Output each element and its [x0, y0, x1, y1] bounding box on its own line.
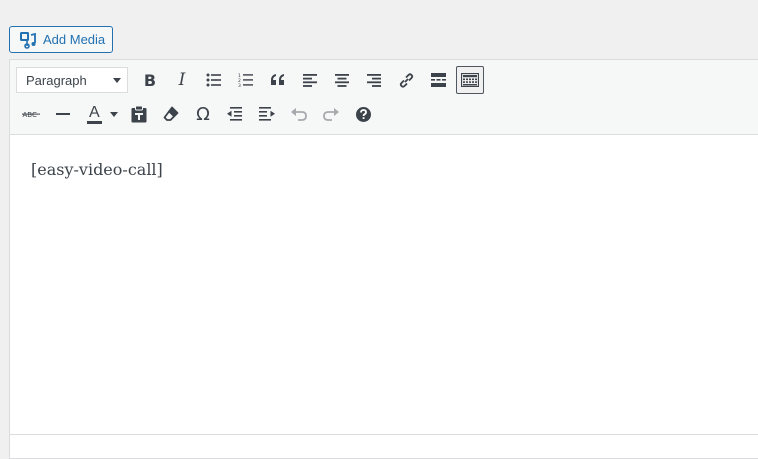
decrease-indent-button[interactable]	[221, 100, 249, 128]
italic-icon: I	[178, 70, 186, 90]
toolbar-toggle-button[interactable]	[456, 66, 484, 94]
omega-icon: Ω	[196, 103, 210, 125]
shortcode-text: [easy-video-call]	[31, 160, 163, 179]
strikethrough-button[interactable]: ABC	[17, 100, 45, 128]
paste-as-text-button[interactable]	[125, 100, 153, 128]
link-icon	[399, 72, 413, 88]
quote-icon	[271, 74, 284, 85]
toolbar-row-1: Paragraph B I 1 2 3	[15, 66, 486, 94]
horizontal-line-button[interactable]	[49, 100, 77, 128]
insert-link-button[interactable]	[392, 66, 420, 94]
redo-button[interactable]	[317, 100, 345, 128]
align-center-icon	[335, 73, 349, 87]
horizontal-line-icon	[56, 113, 70, 115]
read-more-icon	[430, 73, 446, 87]
keyboard-icon	[461, 73, 479, 87]
text-color-icon: A	[87, 104, 102, 124]
numbered-list-icon: 1 2 3	[238, 73, 253, 87]
media-icon	[19, 31, 37, 49]
bulleted-list-button[interactable]	[200, 66, 228, 94]
special-character-button[interactable]: Ω	[189, 100, 217, 128]
bold-button[interactable]: B	[136, 66, 164, 94]
add-media-label: Add Media	[43, 32, 106, 47]
indent-icon	[259, 107, 275, 121]
italic-button[interactable]: I	[168, 66, 196, 94]
keyboard-shortcuts-button[interactable]	[349, 100, 377, 128]
undo-button[interactable]	[285, 100, 313, 128]
increase-indent-button[interactable]	[253, 100, 281, 128]
read-more-button[interactable]	[424, 66, 452, 94]
editor-status-divider	[9, 434, 758, 435]
chevron-down-icon	[113, 77, 121, 83]
strikethrough-icon: ABC	[22, 111, 40, 119]
add-media-button[interactable]: Add Media	[9, 26, 113, 53]
bulleted-list-icon	[206, 73, 221, 87]
blockquote-button[interactable]	[264, 66, 292, 94]
editor-toolbar: Paragraph B I 1 2 3 ABC A Ω	[10, 60, 758, 135]
format-select-value: Paragraph	[26, 72, 87, 88]
numbered-list-button[interactable]: 1 2 3	[232, 66, 260, 94]
undo-icon	[291, 108, 307, 121]
format-select[interactable]: Paragraph	[16, 67, 128, 93]
align-left-icon	[303, 73, 317, 87]
redo-icon	[323, 108, 339, 121]
align-left-button[interactable]	[296, 66, 324, 94]
paste-text-icon	[131, 105, 147, 122]
eraser-icon	[163, 106, 179, 121]
svg-text:3: 3	[238, 83, 241, 87]
outdent-icon	[227, 107, 242, 121]
toolbar-row-2: ABC A Ω	[15, 100, 379, 128]
align-right-icon	[367, 73, 381, 87]
editor: Paragraph B I 1 2 3 ABC A Ω [easy-video-…	[9, 59, 758, 459]
editor-content[interactable]: [easy-video-call]	[31, 160, 163, 179]
align-right-button[interactable]	[360, 66, 388, 94]
bold-icon: B	[143, 70, 157, 90]
clear-formatting-button[interactable]	[157, 100, 185, 128]
chevron-down-icon	[109, 111, 118, 117]
strikethrough-glyph: ABC	[23, 111, 37, 119]
help-icon	[355, 106, 371, 122]
text-color-button[interactable]: A	[81, 100, 121, 128]
align-center-button[interactable]	[328, 66, 356, 94]
